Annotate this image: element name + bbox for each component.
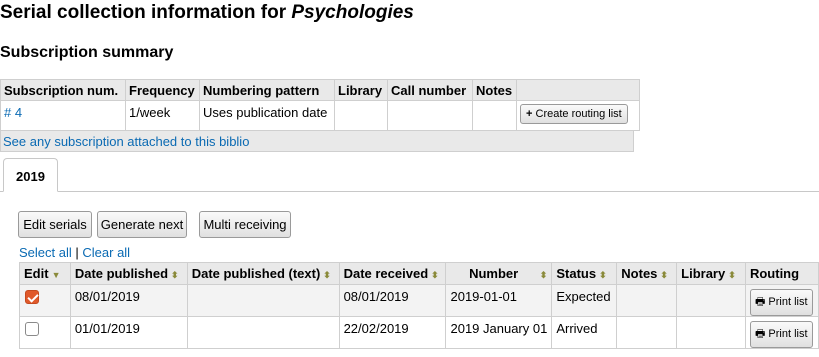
col-edit[interactable]: Edit ▼ (19, 262, 71, 285)
subscription-library (334, 100, 388, 131)
sort-arrows-icon: ⬍ (728, 270, 736, 280)
col-library[interactable]: Library ⬍ (676, 262, 746, 285)
subscription-call-number (387, 100, 473, 131)
serial-date-received: 08/01/2019 (343, 289, 409, 304)
subscription-table: Subscription num. Frequency Numbering pa… (0, 79, 640, 131)
sort-desc-icon: ▼ (51, 270, 61, 280)
print-list-label: Print list (768, 328, 808, 340)
serial-status: Expected (556, 289, 611, 304)
serial-library (676, 284, 746, 317)
serial-notes (616, 316, 678, 349)
serials-table: Edit ▼ Date published ⬍ Date published (te… (19, 262, 819, 349)
col-library: Library (334, 79, 388, 101)
print-list-button[interactable]: 🖶 Print list (749, 289, 813, 316)
col-number[interactable]: Number ⬍ (445, 262, 553, 285)
serial-status: Arrived (556, 321, 598, 336)
subscription-header-row: Subscription num. Frequency Numbering pa… (0, 79, 640, 101)
col-notes[interactable]: Notes ⬍ (616, 262, 678, 285)
select-all-link[interactable]: Select all (19, 245, 72, 260)
generate-next-button[interactable]: Generate next (97, 211, 187, 238)
serial-number: 2019 January 01 (450, 321, 548, 336)
serial-date-published-text (186, 316, 340, 349)
col-call-number: Call number (387, 79, 473, 101)
plus-icon: + (526, 108, 533, 120)
serial-number: 2019-01-01 (450, 289, 517, 304)
sort-arrows-icon: ⬍ (599, 270, 607, 280)
col-frequency: Frequency (125, 79, 200, 101)
col-notes: Notes (472, 79, 517, 101)
see-attached-subscriptions-link[interactable]: See any subscription attached to this bi… (3, 134, 249, 149)
multi-receiving-button[interactable]: Multi receiving (199, 211, 291, 238)
col-subscription-num: Subscription num. (0, 79, 126, 101)
subscription-number-link[interactable]: # 4 (4, 105, 22, 120)
create-routing-list-button[interactable]: + Create routing list (520, 104, 628, 124)
serial-edit-checkbox[interactable] (25, 290, 39, 304)
sort-arrows-icon: ⬍ (171, 270, 179, 280)
tab-2019[interactable]: 2019 (3, 158, 58, 192)
serial-row: 01/01/2019 22/02/2019 2019 January 01 Ar… (19, 316, 819, 349)
selection-links: Select all | Clear all (19, 245, 130, 260)
subscription-numbering-pattern: Uses publication date (203, 105, 328, 120)
print-icon: 🖶 (754, 296, 766, 308)
sort-arrows-icon: ⬍ (660, 270, 668, 280)
page-title: Serial collection information for Psycho… (0, 2, 414, 23)
serial-date-published-text (186, 284, 340, 317)
subscription-frequency: 1/week (129, 105, 171, 120)
page-title-biblio: Psychologies (291, 2, 414, 23)
col-numbering-pattern: Numbering pattern (199, 79, 335, 101)
serial-date-published: 08/01/2019 (74, 289, 140, 304)
subscription-notes (472, 100, 517, 131)
sort-arrows-icon: ⬍ (539, 270, 548, 280)
col-status[interactable]: Status ⬍ (551, 262, 618, 285)
serial-date-published: 01/01/2019 (74, 321, 140, 336)
serial-notes (616, 284, 678, 317)
serial-date-received: 22/02/2019 (343, 321, 409, 336)
sort-arrows-icon: ⬍ (323, 270, 331, 280)
serials-header-row: Edit ▼ Date published ⬍ Date published (te… (19, 262, 819, 285)
subscription-footer: See any subscription attached to this bi… (0, 130, 634, 152)
col-date-published-text[interactable]: Date published (text) ⬍ (186, 262, 340, 285)
link-separator: | (75, 245, 79, 260)
serial-edit-checkbox[interactable] (25, 322, 39, 336)
col-date-published[interactable]: Date published ⬍ (69, 262, 188, 285)
sort-arrows-icon: ⬍ (431, 270, 439, 280)
col-routing: Routing (744, 262, 819, 285)
edit-serials-button[interactable]: Edit serials (18, 211, 92, 238)
clear-all-link[interactable]: Clear all (82, 245, 130, 260)
serial-library (676, 316, 746, 349)
col-actions (516, 79, 640, 101)
col-date-received[interactable]: Date received ⬍ (338, 262, 447, 285)
print-list-label: Print list (768, 296, 808, 308)
print-icon: 🖶 (754, 328, 766, 340)
create-routing-list-label: Create routing list (535, 108, 622, 120)
subscription-summary-heading: Subscription summary (0, 44, 174, 61)
print-list-button[interactable]: 🖶 Print list (749, 321, 813, 348)
subscription-row: # 4 1/week Uses publication date + Creat… (0, 100, 640, 131)
serial-row: 08/01/2019 08/01/2019 2019-01-01 Expecte… (19, 284, 819, 317)
